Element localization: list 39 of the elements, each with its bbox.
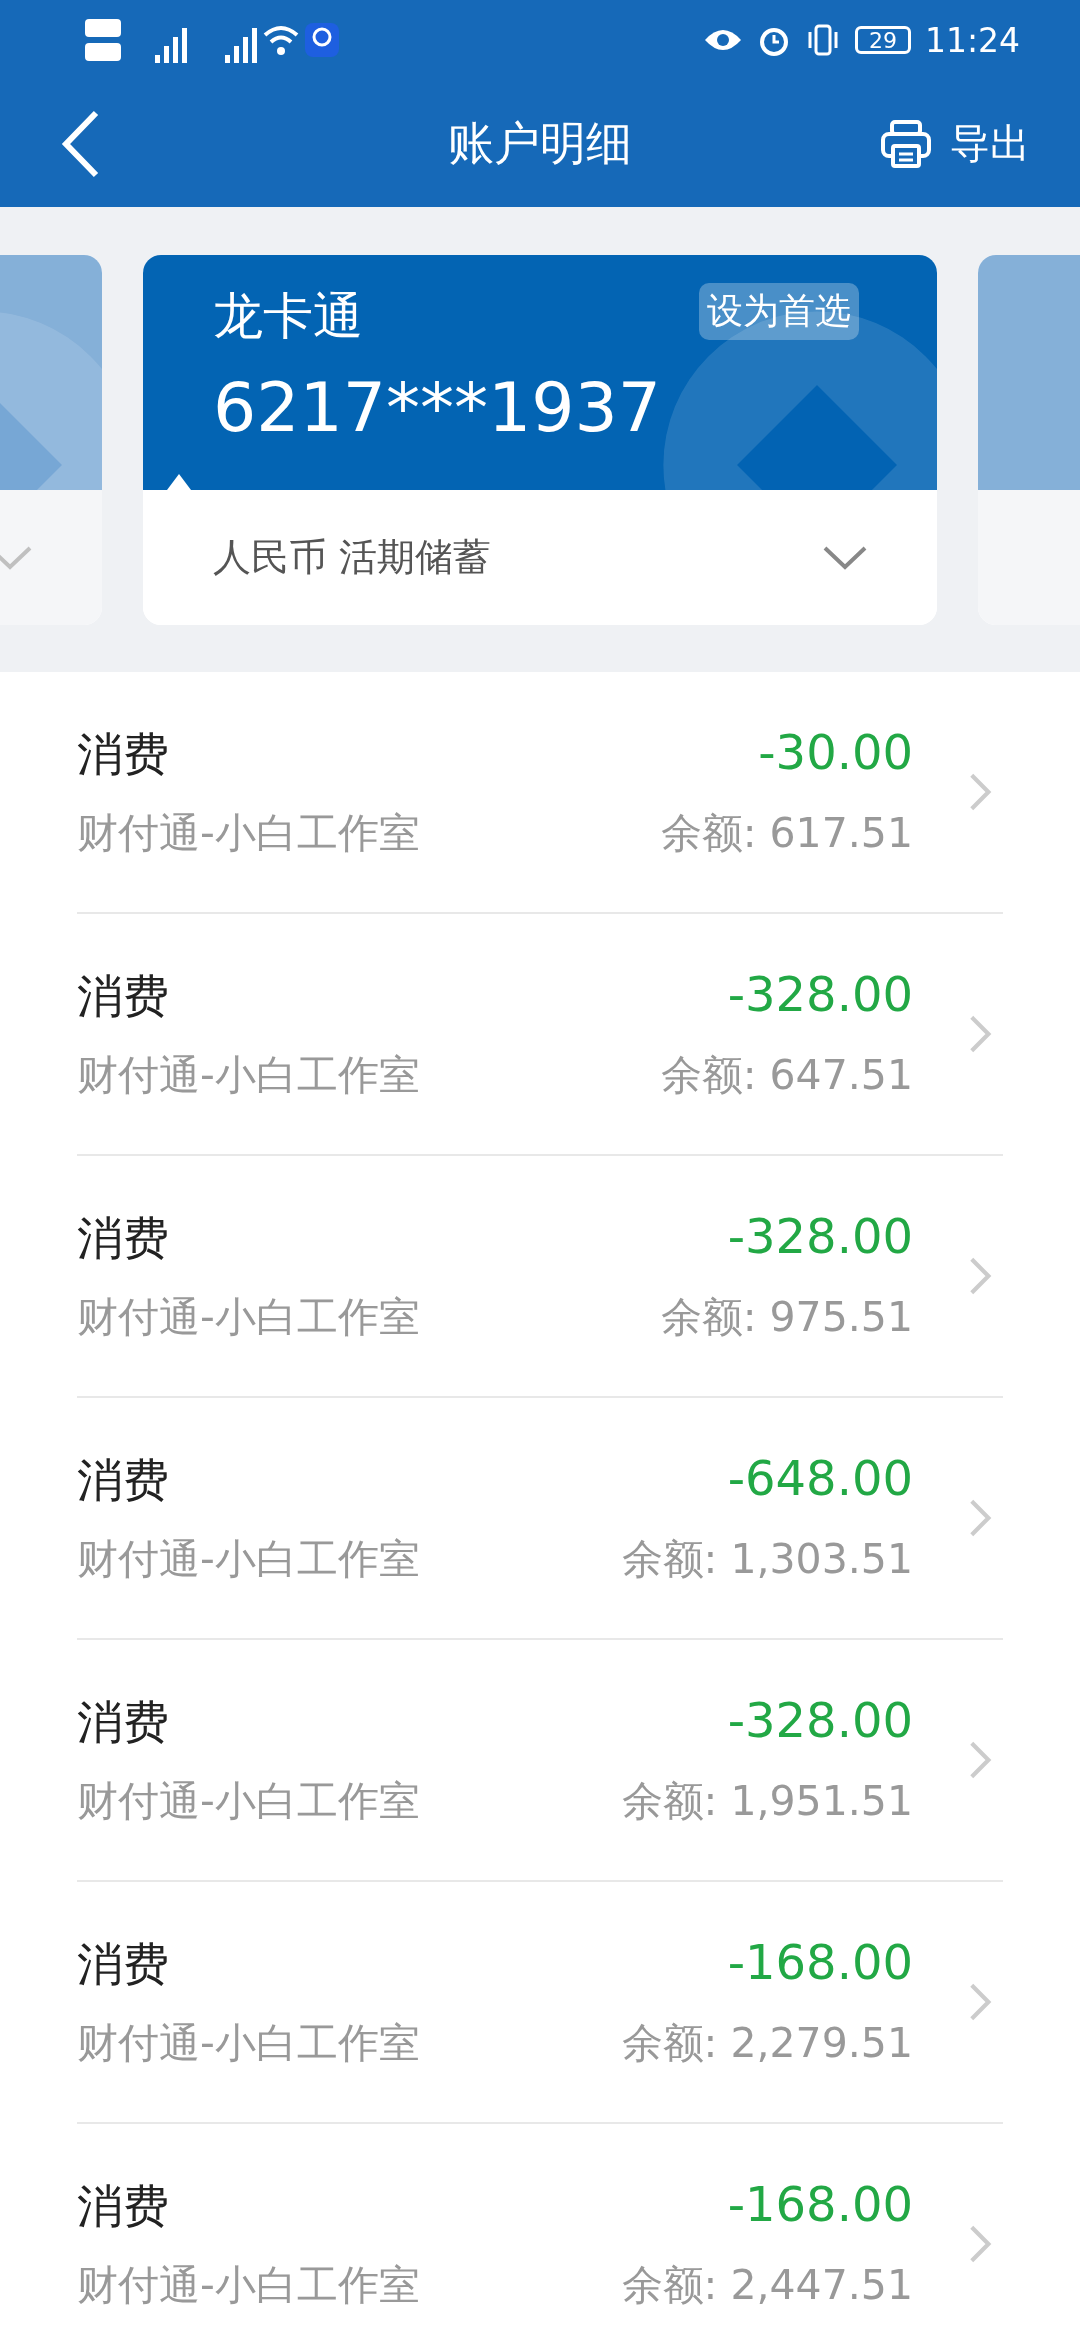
battery-indicator: 29 (854, 26, 911, 54)
card-background[interactable]: 龙卡通 6217***1937 设为首选 人民币 活期储蓄 (143, 255, 937, 625)
balance-text: 余额: 2,447.51 (621, 2259, 913, 2311)
transaction-title: 消费 (77, 725, 170, 783)
transaction-merchant: 财付通-小白工作室 (77, 2259, 421, 2311)
card-name: 龙卡通 (213, 286, 363, 347)
transaction-title: 消费 (77, 967, 170, 1025)
transaction-amount: -168.00 (726, 2175, 913, 2234)
transaction-merchant: 财付通-小白工作室 (77, 1533, 421, 1585)
transaction-merchant: 财付通-小白工作室 (77, 2017, 421, 2069)
transaction-merchant: 财付通-小白工作室 (77, 1049, 421, 1101)
transaction-merchant: 财付通-小白工作室 (77, 1291, 421, 1343)
transaction-title: 消费 (77, 1451, 170, 1509)
export-button[interactable]: 导出 (880, 116, 1030, 171)
transaction-amount: -168.00 (726, 1933, 913, 1992)
clock-time: 11:24 (924, 20, 1020, 60)
balance-text: 余额: 2,279.51 (621, 2017, 913, 2069)
balance-text: 余额: 617.51 (660, 807, 913, 859)
transaction-title: 消费 (77, 2177, 170, 2235)
balance-text: 余额: 975.51 (660, 1291, 913, 1343)
printer-icon (880, 118, 932, 169)
transaction-merchant: 财付通-小白工作室 (77, 1775, 421, 1827)
card-number: 6217***1937 (213, 368, 663, 447)
balance-text: 余额: 647.51 (660, 1049, 913, 1101)
back-button[interactable] (60, 108, 100, 179)
balance-text: 余额: 1,303.51 (621, 1533, 913, 1585)
transaction-amount: -328.00 (726, 965, 913, 1024)
pointer-notch-icon (167, 474, 191, 490)
transaction-title: 消费 (77, 1209, 170, 1267)
page-title: 账户明细 (448, 114, 632, 172)
transaction-amount: -328.00 (726, 1691, 913, 1750)
balance-text: 余额: 1,951.51 (621, 1775, 913, 1827)
transaction-amount: -328.00 (726, 1207, 913, 1266)
transaction-title: 消费 (77, 1935, 170, 1993)
transaction-title: 消费 (77, 1693, 170, 1751)
transaction-merchant: 财付通-小白工作室 (77, 807, 421, 859)
transaction-amount: -648.00 (726, 1449, 913, 1508)
back-icon (60, 108, 100, 179)
transaction-amount: -30.00 (757, 723, 913, 782)
